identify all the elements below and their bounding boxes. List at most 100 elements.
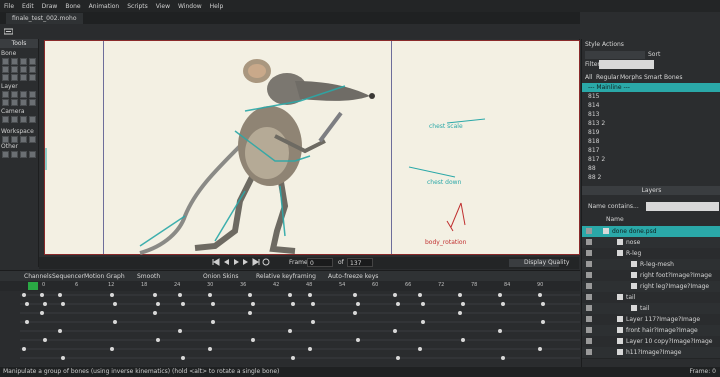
total-frames-input[interactable]: 137 <box>347 258 373 267</box>
chest-scale-handle[interactable] <box>447 117 487 125</box>
action-item[interactable]: 815 <box>582 92 720 101</box>
visibility-icon[interactable] <box>586 228 592 234</box>
eyedropper-tool-icon[interactable] <box>2 151 9 158</box>
pan-tilt-camera-tool-icon[interactable] <box>29 116 36 123</box>
bind-layer-tool-icon[interactable] <box>20 66 27 73</box>
bone-options-icon[interactable] <box>4 28 13 35</box>
tab-actions[interactable]: Actions <box>602 41 624 48</box>
timeline-ruler[interactable]: 0 6 12 18 24 30 36 42 48 54 60 66 72 78 84 90 <box>0 281 580 291</box>
action-item[interactable]: 88 2 <box>582 173 720 182</box>
tab-motion-graph[interactable]: Motion Graph <box>84 272 125 281</box>
offscreen-bone[interactable] <box>43 148 49 170</box>
menu-bone[interactable]: Bone <box>61 3 84 10</box>
next-frame-icon[interactable] <box>242 258 250 266</box>
tab-channels[interactable]: Channels <box>24 272 52 281</box>
pen-tool-icon[interactable] <box>11 151 18 158</box>
display-quality-button[interactable]: Display Quality <box>524 259 569 266</box>
body-rotation-handle[interactable] <box>443 201 469 237</box>
action-item[interactable]: 88 <box>582 164 720 173</box>
bind-points-tool-icon[interactable] <box>29 66 36 73</box>
tab-sequencer[interactable]: Sequencer <box>52 272 84 281</box>
timeline-tracks[interactable] <box>0 291 580 366</box>
chest-down-handle[interactable] <box>407 165 457 179</box>
document-tab[interactable]: finale_test_002.moho <box>6 13 83 24</box>
transform-bone-tool-icon[interactable] <box>11 58 18 65</box>
action-item[interactable]: 817 <box>582 146 720 155</box>
onion-skins-button[interactable]: Onion Skins <box>203 272 238 281</box>
zoom-tool-icon[interactable] <box>11 136 18 143</box>
translate-layer-tool-icon[interactable] <box>11 91 18 98</box>
canvas-stage[interactable]: chest scale chest down body_rotation <box>44 40 580 255</box>
frame-input[interactable]: 0 <box>307 258 333 267</box>
visibility-icon[interactable] <box>586 305 592 311</box>
knife-tool-icon[interactable] <box>29 151 36 158</box>
visibility-icon[interactable] <box>586 239 592 245</box>
menu-file[interactable]: File <box>0 3 18 10</box>
tab-style[interactable]: Style <box>585 41 600 48</box>
add-bone-tool-icon[interactable] <box>20 58 27 65</box>
brush-tool-icon[interactable] <box>20 151 27 158</box>
subtab-smart-bones[interactable]: Smart Bones <box>644 74 682 81</box>
reparent-bone-tool-icon[interactable] <box>29 58 36 65</box>
action-item[interactable]: 817 2 <box>582 155 720 164</box>
text-tool-icon[interactable] <box>29 99 36 106</box>
switch-layer-tool-icon[interactable] <box>20 99 27 106</box>
menu-scripts[interactable]: Scripts <box>123 3 152 10</box>
bone-physics-tool-icon[interactable] <box>11 74 18 81</box>
visibility-icon[interactable] <box>586 261 592 267</box>
manipulate-bones-tool-icon[interactable] <box>11 66 18 73</box>
last-frame-icon[interactable] <box>252 258 260 266</box>
action-item[interactable]: 814 <box>582 101 720 110</box>
layer-row[interactable]: h11?Image?Image <box>582 347 720 359</box>
bone-strength-tool-icon[interactable] <box>2 66 9 73</box>
action-mainline[interactable]: --- Mainline --- <box>582 83 720 92</box>
rotate-layer-tool-icon[interactable] <box>29 91 36 98</box>
visibility-icon[interactable] <box>586 327 592 333</box>
select-bone-tool-icon[interactable] <box>2 58 9 65</box>
menu-edit[interactable]: Edit <box>18 3 38 10</box>
action-item[interactable]: 818 <box>582 137 720 146</box>
visibility-icon[interactable] <box>586 349 592 355</box>
visibility-icon[interactable] <box>586 338 592 344</box>
menu-view[interactable]: View <box>152 3 174 10</box>
visibility-icon[interactable] <box>586 294 592 300</box>
play-icon[interactable] <box>232 258 240 266</box>
subtab-morphs[interactable]: Morphs <box>620 74 642 81</box>
menu-window[interactable]: Window <box>174 3 206 10</box>
bone-target-tool-icon[interactable] <box>29 74 36 81</box>
playhead[interactable] <box>28 282 38 290</box>
body-rotation-label[interactable]: body_rotation <box>425 239 466 246</box>
chest-down-label[interactable]: chest down <box>427 179 461 186</box>
interpolation-select[interactable]: Smooth <box>137 272 160 281</box>
smart-bone-tool-icon[interactable] <box>20 74 27 81</box>
shear-layer-tool-icon[interactable] <box>2 99 9 106</box>
loop-icon[interactable] <box>262 258 270 266</box>
offset-bone-tool-icon[interactable] <box>2 74 9 81</box>
track-camera-tool-icon[interactable] <box>2 116 9 123</box>
menu-draw[interactable]: Draw <box>38 3 62 10</box>
first-frame-icon[interactable] <box>212 258 220 266</box>
scale-layer-tool-icon[interactable] <box>20 91 27 98</box>
prev-frame-icon[interactable] <box>222 258 230 266</box>
layers-list[interactable]: done done.psd nose R-leg R-leg-mesh right fo… <box>582 226 720 366</box>
actions-list[interactable]: --- Mainline --- 815 814 813 813 2 819 8… <box>582 83 720 187</box>
subtab-all[interactable]: All <box>585 74 592 81</box>
flip-layer-tool-icon[interactable] <box>11 99 18 106</box>
set-origin-tool-icon[interactable] <box>2 91 9 98</box>
visibility-icon[interactable] <box>586 283 592 289</box>
action-item[interactable]: 813 <box>582 110 720 119</box>
visibility-icon[interactable] <box>586 316 592 322</box>
menu-animation[interactable]: Animation <box>85 3 124 10</box>
rotate-workspace-tool-icon[interactable] <box>20 136 27 143</box>
actions-toolbar[interactable] <box>585 51 645 59</box>
subtab-regular[interactable]: Regular <box>596 74 619 81</box>
name-filter-select[interactable]: Name contains... <box>588 203 639 210</box>
relative-keyframing-toggle[interactable]: Relative keyframing <box>256 272 316 281</box>
visibility-icon[interactable] <box>586 250 592 256</box>
menu-help[interactable]: Help <box>206 3 228 10</box>
layer-filter-input[interactable] <box>646 202 719 211</box>
zoom-camera-tool-icon[interactable] <box>11 116 18 123</box>
hand-tool-icon[interactable] <box>2 136 9 143</box>
roll-camera-tool-icon[interactable] <box>20 116 27 123</box>
filter-input[interactable] <box>599 60 654 69</box>
